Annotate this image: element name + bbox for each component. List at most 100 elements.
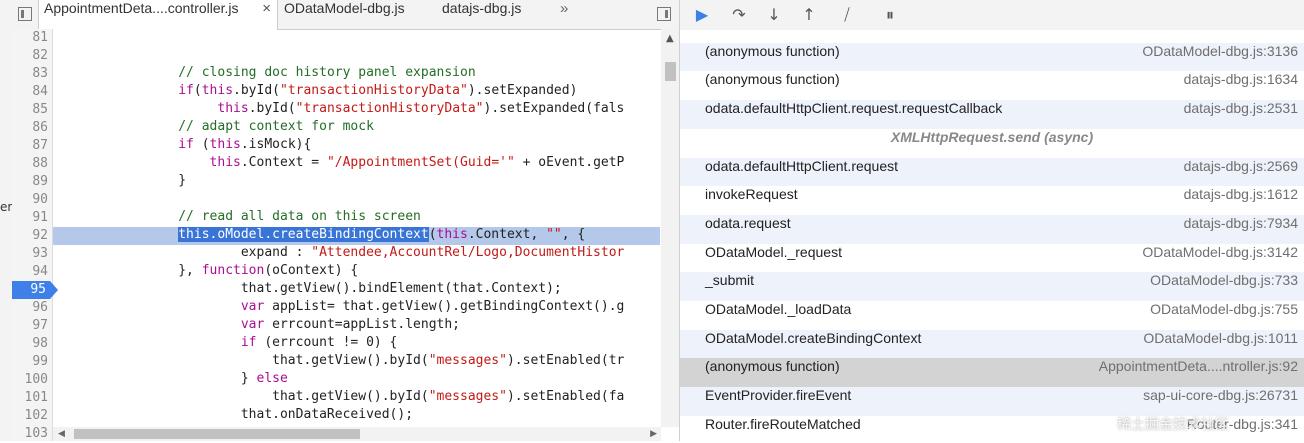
- frame-function-name: ODataModel._request: [705, 243, 842, 260]
- frame-function-name: invokeRequest: [705, 186, 798, 203]
- line-number[interactable]: 94: [10, 263, 48, 281]
- line-number[interactable]: 85: [10, 101, 48, 119]
- frame-location-link[interactable]: ODataModel-dbg.js:3142: [1142, 244, 1298, 260]
- line-number[interactable]: 96: [10, 299, 48, 317]
- line-number[interactable]: 100: [10, 371, 48, 389]
- line-number[interactable]: 88: [10, 155, 48, 173]
- code-line: that.onDataReceived();: [53, 407, 414, 422]
- frame-function-name: odata.defaultHttpClient.request.requestC…: [705, 100, 1003, 117]
- pause-on-exceptions-icon[interactable]: ⏸: [878, 4, 902, 26]
- frame-location-link[interactable]: ODataModel-dbg.js:3136: [1142, 43, 1298, 59]
- line-number[interactable]: 86: [10, 119, 48, 137]
- source-editor: AppointmentDeta....controller.js × OData…: [12, 0, 680, 441]
- tab-label: AppointmentDeta....controller.js: [44, 0, 239, 16]
- line-number[interactable]: 89: [10, 173, 48, 191]
- frame-location-link[interactable]: datajs-dbg.js:7934: [1184, 215, 1298, 231]
- frame-location-link[interactable]: datajs-dbg.js:1634: [1184, 71, 1298, 87]
- frame-location-link[interactable]: ODataModel-dbg.js:733: [1150, 272, 1298, 288]
- code-area[interactable]: // closing doc history panel expansion i…: [53, 29, 660, 427]
- frame-location-link[interactable]: AppointmentDeta....ntroller.js:92: [1099, 358, 1298, 374]
- code-line: if (errcount != 0) {: [240, 335, 398, 350]
- call-frame[interactable]: ODataModel._loadData ODataModel-dbg.js:75…: [680, 301, 1304, 330]
- code-line: }, function(oContext) {: [53, 263, 359, 278]
- close-tab-icon[interactable]: ×: [262, 0, 271, 17]
- call-frame[interactable]: odata.defaultHttpClient.request.requestC…: [680, 100, 1304, 130]
- tab-datajs[interactable]: datajs-dbg.js: [442, 0, 521, 29]
- horizontal-scrollbar[interactable]: ◀ ▶: [53, 427, 661, 441]
- debugger-sidebar: ▶ ↷ ↓ ↑ ⧸ ⏸ _handleSuccessODataModel-dbg.js:8…: [680, 0, 1304, 441]
- code-line: // read all data on this screen: [178, 209, 421, 224]
- frame-function-name: odata.defaultHttpClient.request: [705, 157, 899, 174]
- code-line: var errcount=appList.length;: [240, 317, 460, 332]
- call-frame[interactable]: EventProvider.fireEvent sap-ui-core-dbg.j…: [680, 387, 1304, 417]
- vertical-scroll-thumb[interactable]: [665, 62, 676, 81]
- breakpoint-line-number[interactable]: 95: [12, 281, 58, 299]
- line-number[interactable]: 90: [10, 191, 48, 209]
- code-line: if(this.byId("transactionHistoryData").s…: [178, 83, 578, 98]
- current-execution-line: this.oModel.createBindingContext(this.Co…: [53, 227, 660, 245]
- call-stack: _handleSuccessODataModel-dbg.js:875(anon…: [680, 30, 1304, 441]
- toggle-navigator-icon[interactable]: [18, 7, 32, 21]
- line-number[interactable]: 98: [10, 335, 48, 353]
- frame-location-link[interactable]: ODataModel-dbg.js:755: [1150, 301, 1298, 317]
- scroll-left-icon[interactable]: ◀: [58, 427, 65, 441]
- line-number[interactable]: 101: [10, 389, 48, 407]
- line-number[interactable]: 92: [10, 227, 48, 245]
- editor-tab-bar: AppointmentDeta....controller.js × OData…: [12, 0, 679, 30]
- code-line: that.getView().byId("messages").setEnabl…: [53, 389, 625, 404]
- code-line: expand : "Attendee,AccountRel/Logo,Docum…: [53, 245, 625, 260]
- frame-location-link[interactable]: datajs-dbg.js:2531: [1184, 100, 1298, 116]
- frame-location-link[interactable]: sap-ui-core-dbg.js:26731: [1143, 387, 1298, 403]
- vertical-scrollbar[interactable]: ▲: [661, 29, 679, 427]
- call-frame[interactable]: _handleSuccessODataModel-dbg.js:875: [680, 30, 1304, 43]
- scroll-right-icon[interactable]: ▶: [650, 427, 657, 441]
- call-frame[interactable]: ODataModel.createBindingContext ODataMode…: [680, 329, 1304, 359]
- call-frame[interactable]: invokeRequest datajs-dbg.js:1612: [680, 186, 1304, 216]
- line-number[interactable]: 84: [10, 83, 48, 101]
- call-frame[interactable]: _submit ODataModel-dbg.js:733: [680, 272, 1304, 302]
- more-tabs-icon[interactable]: »: [560, 0, 568, 29]
- line-number[interactable]: 103: [10, 425, 48, 443]
- frame-function-name: (anonymous function): [705, 358, 840, 375]
- call-frame[interactable]: (anonymous function) datajs-dbg.js:1634: [680, 71, 1304, 101]
- resume-icon[interactable]: ▶: [690, 4, 714, 26]
- call-frame[interactable]: odata.request datajs-dbg.js:7934: [680, 214, 1304, 244]
- line-number[interactable]: 97: [10, 317, 48, 335]
- code-line: var appList= that.getView().getBindingCo…: [240, 299, 625, 314]
- frame-location-link[interactable]: datajs-dbg.js:1612: [1184, 186, 1298, 202]
- step-out-icon[interactable]: ↑: [797, 4, 821, 26]
- step-into-icon[interactable]: ↓: [762, 4, 786, 26]
- call-frame[interactable]: odata.defaultHttpClient.request datajs-db…: [680, 157, 1304, 187]
- line-number[interactable]: 81: [10, 29, 48, 47]
- line-number[interactable]: 87: [10, 137, 48, 155]
- frame-location-link[interactable]: ODataModel-dbg.js:1011: [1143, 330, 1298, 346]
- line-number[interactable]: 83: [10, 65, 48, 83]
- step-over-icon[interactable]: ↷: [727, 4, 751, 26]
- scroll-up-icon[interactable]: ▲: [666, 33, 674, 44]
- call-frame[interactable]: ODataModel._request ODataModel-dbg.js:314…: [680, 243, 1304, 273]
- code-line: } else: [53, 371, 288, 386]
- frame-function-name: EventProvider.fireEvent: [705, 387, 852, 404]
- horizontal-scroll-thumb[interactable]: [74, 429, 360, 439]
- call-frame-selected[interactable]: (anonymous function) AppointmentDeta....n…: [680, 358, 1304, 388]
- code-line: if (this.isMock){: [178, 137, 312, 152]
- frame-function-name: _submit: [705, 272, 755, 289]
- line-number[interactable]: 91: [10, 209, 48, 227]
- code-line: that.getView().bindElement(that.Context)…: [53, 281, 562, 296]
- deactivate-breakpoints-icon[interactable]: ⧸: [835, 4, 859, 26]
- line-number[interactable]: 102: [10, 407, 48, 425]
- frame-location-link[interactable]: datajs-dbg.js:2569: [1184, 158, 1298, 174]
- code-line: this.Context = "/AppointmentSet(Guid='" …: [209, 155, 625, 170]
- line-number[interactable]: 99: [10, 353, 48, 371]
- toggle-debugger-icon[interactable]: [657, 7, 671, 21]
- tab-appointment-controller[interactable]: AppointmentDeta....controller.js ×: [38, 0, 278, 30]
- line-number-gutter[interactable]: 81 82 83 84 85 86 87 88 89 90 91 92 93 94 95 96 97 98 99 10…: [10, 29, 58, 443]
- call-frame[interactable]: (anonymous function) ODataModel-dbg.js:31…: [680, 42, 1304, 72]
- frame-function-name: Router.fireRouteMatched: [705, 415, 861, 432]
- tab-odatamodel[interactable]: ODataModel-dbg.js: [284, 0, 405, 29]
- line-number[interactable]: 82: [10, 47, 48, 65]
- line-number[interactable]: 93: [10, 245, 48, 263]
